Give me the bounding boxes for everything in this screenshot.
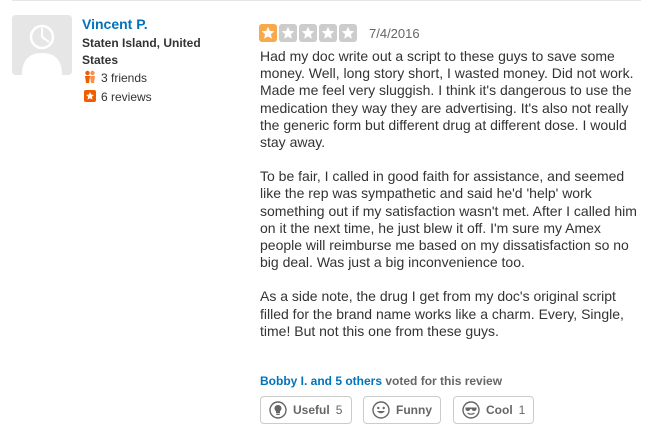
top-divider: [12, 0, 641, 1]
funny-label: Funny: [396, 403, 432, 417]
default-avatar-icon: [12, 15, 72, 75]
star-empty-icon: [339, 24, 357, 42]
useful-label: Useful: [293, 403, 330, 417]
reviewer-name[interactable]: Vincent P.: [82, 16, 148, 32]
review-paragraph: To be fair, I called in good faith for a…: [260, 168, 637, 271]
friends-count-text: 3 friends: [101, 71, 148, 86]
useful-button[interactable]: Useful 5: [260, 396, 352, 424]
review-paragraph: As a side note, the drug I get from my d…: [260, 288, 624, 339]
review-paragraph: Had my doc write out a script to these g…: [260, 48, 634, 151]
reviews-count: 6 reviews: [84, 89, 152, 105]
reviews-count-text: 6 reviews: [101, 90, 152, 104]
star-filled-icon: [259, 24, 277, 42]
cool-label: Cool: [486, 403, 513, 417]
friends-count: 3 friends: [84, 70, 147, 86]
star-empty-icon: [299, 24, 317, 42]
sunglasses-face-icon: [462, 401, 480, 419]
cool-button[interactable]: Cool 1: [453, 396, 534, 424]
useful-count: 5: [335, 403, 343, 417]
friends-icon: [84, 70, 96, 88]
vote-summary: Bobby I. and 5 others voted for this rev…: [260, 374, 502, 388]
funny-button[interactable]: Funny: [363, 396, 441, 424]
star-empty-icon: [319, 24, 337, 42]
star-empty-icon: [279, 24, 297, 42]
smiley-icon: [372, 401, 390, 419]
reviews-star-icon: [84, 89, 96, 106]
avatar[interactable]: [12, 15, 72, 75]
voters-suffix: voted for this review: [385, 374, 503, 388]
review-text: Had my doc write out a script to these g…: [260, 48, 642, 357]
lightbulb-icon: [269, 401, 287, 419]
star-rating: [259, 24, 357, 42]
review-date: 7/4/2016: [369, 26, 420, 41]
cool-count: 1: [518, 403, 526, 417]
voters-link[interactable]: Bobby I. and 5 others: [260, 374, 382, 388]
reviewer-location: Staten Island, United States: [82, 36, 201, 67]
